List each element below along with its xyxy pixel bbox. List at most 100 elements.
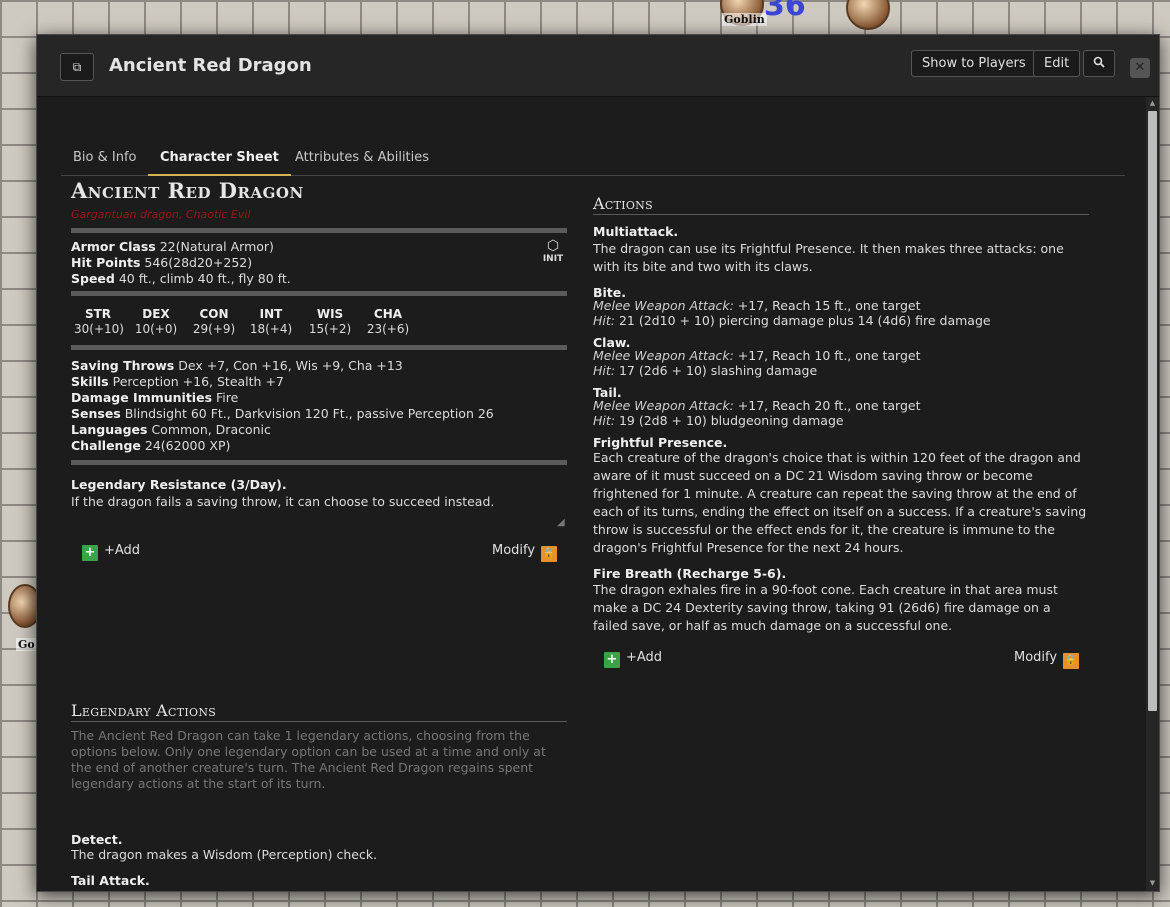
token-label-goblin: Goblin	[722, 13, 767, 26]
action-name-fire-breath[interactable]: Fire Breath (Recharge 5-6).	[593, 566, 786, 581]
ability-scores: STR 30(+10) DEX 10(+0) CON 29(+9) INT 18…	[71, 307, 411, 339]
ability-name: WIS	[316, 307, 344, 321]
attack-type: Melee Weapon Attack:	[593, 298, 734, 313]
ability-value: 15(+2)	[308, 322, 352, 336]
popout-icon: ⧉	[72, 60, 82, 74]
hit-line: Hit: 19 (2d8 + 10) bludgeoning damage	[593, 413, 844, 428]
sheet-scroll-area[interactable]: Bio & Info Character Sheet Attributes & …	[37, 97, 1159, 891]
vertical-scrollbar[interactable]: ▲ ▼	[1146, 97, 1159, 891]
attack-type: Melee Weapon Attack:	[593, 348, 734, 363]
legendary-action-name: Detect.	[71, 832, 123, 847]
modify-label: Modify	[492, 543, 536, 558]
tab-bar: Bio & Info Character Sheet Attributes & …	[61, 139, 1125, 176]
hit-label: Hit:	[593, 363, 615, 378]
languages-line: Languages Common, Draconic	[71, 422, 271, 437]
ability-name: STR	[84, 307, 112, 321]
legendary-action-description: The dragon makes a Wisdom (Perception) c…	[71, 847, 378, 862]
close-button[interactable]: ✕	[1130, 58, 1150, 78]
hit-points-value[interactable]: 546(28d20+252)	[144, 255, 252, 270]
saving-throws-value[interactable]: Dex +7, Con +16, Wis +9, Cha +13	[178, 358, 403, 373]
ability-name: CON	[199, 307, 229, 321]
tab-bio-info[interactable]: Bio & Info	[61, 139, 149, 176]
armor-class-line: Armor Class 22(Natural Armor)	[71, 239, 274, 254]
attack-line: Melee Weapon Attack: +17, Reach 10 ft., …	[593, 348, 921, 363]
damage-immunities-line: Damage Immunities Fire	[71, 390, 238, 405]
add-action-button[interactable]: + +Add	[604, 650, 662, 668]
speed-label: Speed	[71, 271, 115, 286]
modify-traits-button[interactable]: Modify 🔒	[492, 543, 558, 562]
divider-bar	[71, 460, 567, 465]
hit-details: 21 (2d10 + 10) piercing damage plus 14 (…	[615, 313, 991, 328]
senses-label: Senses	[71, 406, 121, 421]
action-description: The dragon can use its Frightful Presenc…	[593, 241, 1064, 274]
attack-type: Melee Weapon Attack:	[593, 398, 734, 413]
scroll-up-icon[interactable]: ▲	[1148, 99, 1157, 108]
skills-label: Skills	[71, 374, 109, 389]
languages-label: Languages	[71, 422, 148, 437]
dialog-titlebar[interactable]: ⧉ Ancient Red Dragon Show to Players Edi…	[37, 35, 1159, 97]
resize-grip-icon[interactable]: ◢	[557, 517, 565, 528]
initiative-roll-button[interactable]: ⬡ INIT	[540, 238, 566, 264]
add-label: +Add	[104, 543, 141, 558]
close-icon: ✕	[1134, 60, 1146, 75]
plus-icon: +	[82, 545, 98, 561]
challenge-value: 24(62000 XP)	[144, 438, 231, 453]
legendary-action-name: Tail Attack.	[71, 873, 150, 888]
action-description: The dragon exhales fire in a 90-foot con…	[593, 582, 1058, 633]
divider-bar	[71, 345, 567, 350]
challenge-line: Challenge 24(62000 XP)	[71, 438, 230, 453]
action-description: Each creature of the dragon's choice tha…	[593, 450, 1087, 555]
scrollbar-thumb[interactable]	[1148, 111, 1157, 711]
saving-throws-line: Saving Throws Dex +7, Con +16, Wis +9, C…	[71, 358, 403, 373]
ability-con[interactable]: CON 29(+9)	[190, 307, 238, 336]
d20-icon: ⬡	[546, 238, 560, 254]
languages-value: Common, Draconic	[151, 422, 271, 437]
lock-icon: 🔒	[1063, 653, 1080, 669]
modify-actions-button[interactable]: Modify 🔒	[1014, 650, 1080, 669]
npc-type: Gargantuan dragon, Chaotic Evil	[71, 208, 251, 221]
legendary-actions-title: Legendary Actions	[71, 701, 217, 720]
ability-dex[interactable]: DEX 10(+0)	[132, 307, 180, 336]
ability-int[interactable]: INT 18(+4)	[247, 307, 295, 336]
tab-character-sheet[interactable]: Character Sheet	[148, 139, 291, 176]
ability-wis[interactable]: WIS 15(+2)	[306, 307, 354, 336]
tab-attributes-abilities[interactable]: Attributes & Abilities	[283, 139, 441, 176]
ability-value: 29(+9)	[192, 322, 236, 336]
challenge-label: Challenge	[71, 438, 141, 453]
modify-label: Modify	[1014, 650, 1058, 665]
hit-points-label: Hit Points	[71, 255, 141, 270]
action-name-multiattack[interactable]: Multiattack.	[593, 224, 678, 239]
hit-label: Hit:	[593, 313, 615, 328]
speed-line: Speed 40 ft., climb 40 ft., fly 80 ft.	[71, 271, 291, 286]
saving-throws-label: Saving Throws	[71, 358, 175, 373]
section-rule	[71, 721, 567, 722]
actions-title: Actions	[593, 194, 653, 213]
add-trait-button[interactable]: + +Add	[82, 543, 140, 561]
plus-icon: +	[604, 652, 620, 668]
scroll-down-icon[interactable]: ▼	[1148, 879, 1157, 888]
show-to-players-button[interactable]: Show to Players	[911, 50, 1037, 77]
popout-button[interactable]: ⧉	[60, 53, 94, 81]
section-rule	[593, 214, 1089, 215]
edit-button[interactable]: Edit	[1033, 50, 1081, 77]
damage-immunities-value: Fire	[216, 390, 239, 405]
attack-details: +17, Reach 20 ft., one target	[733, 398, 921, 413]
ability-name: DEX	[142, 307, 170, 321]
attack-line: Melee Weapon Attack: +17, Reach 15 ft., …	[593, 298, 921, 313]
ability-cha[interactable]: CHA 23(+6)	[364, 307, 412, 336]
token-label-go: Go	[16, 638, 37, 651]
ability-name: INT	[259, 307, 283, 321]
init-label: INIT	[542, 254, 564, 264]
legendary-description: The Ancient Red Dragon can take 1 legend…	[71, 728, 546, 791]
ability-str[interactable]: STR 30(+10)	[74, 307, 124, 336]
senses-value: Blindsight 60 Ft., Darkvision 120 Ft., p…	[124, 406, 494, 421]
armor-class-value[interactable]: 22(Natural Armor)	[160, 239, 274, 254]
ability-name: CHA	[373, 307, 403, 321]
ability-value: 23(+6)	[366, 322, 410, 336]
hit-points-line: Hit Points 546(28d20+252)	[71, 255, 252, 270]
speed-value[interactable]: 40 ft., climb 40 ft., fly 80 ft.	[119, 271, 291, 286]
action-name-frightful-presence[interactable]: Frightful Presence.	[593, 435, 727, 450]
skills-value[interactable]: Perception +16, Stealth +7	[113, 374, 284, 389]
search-button[interactable]	[1083, 50, 1115, 77]
npc-name: Ancient Red Dragon	[71, 178, 304, 203]
